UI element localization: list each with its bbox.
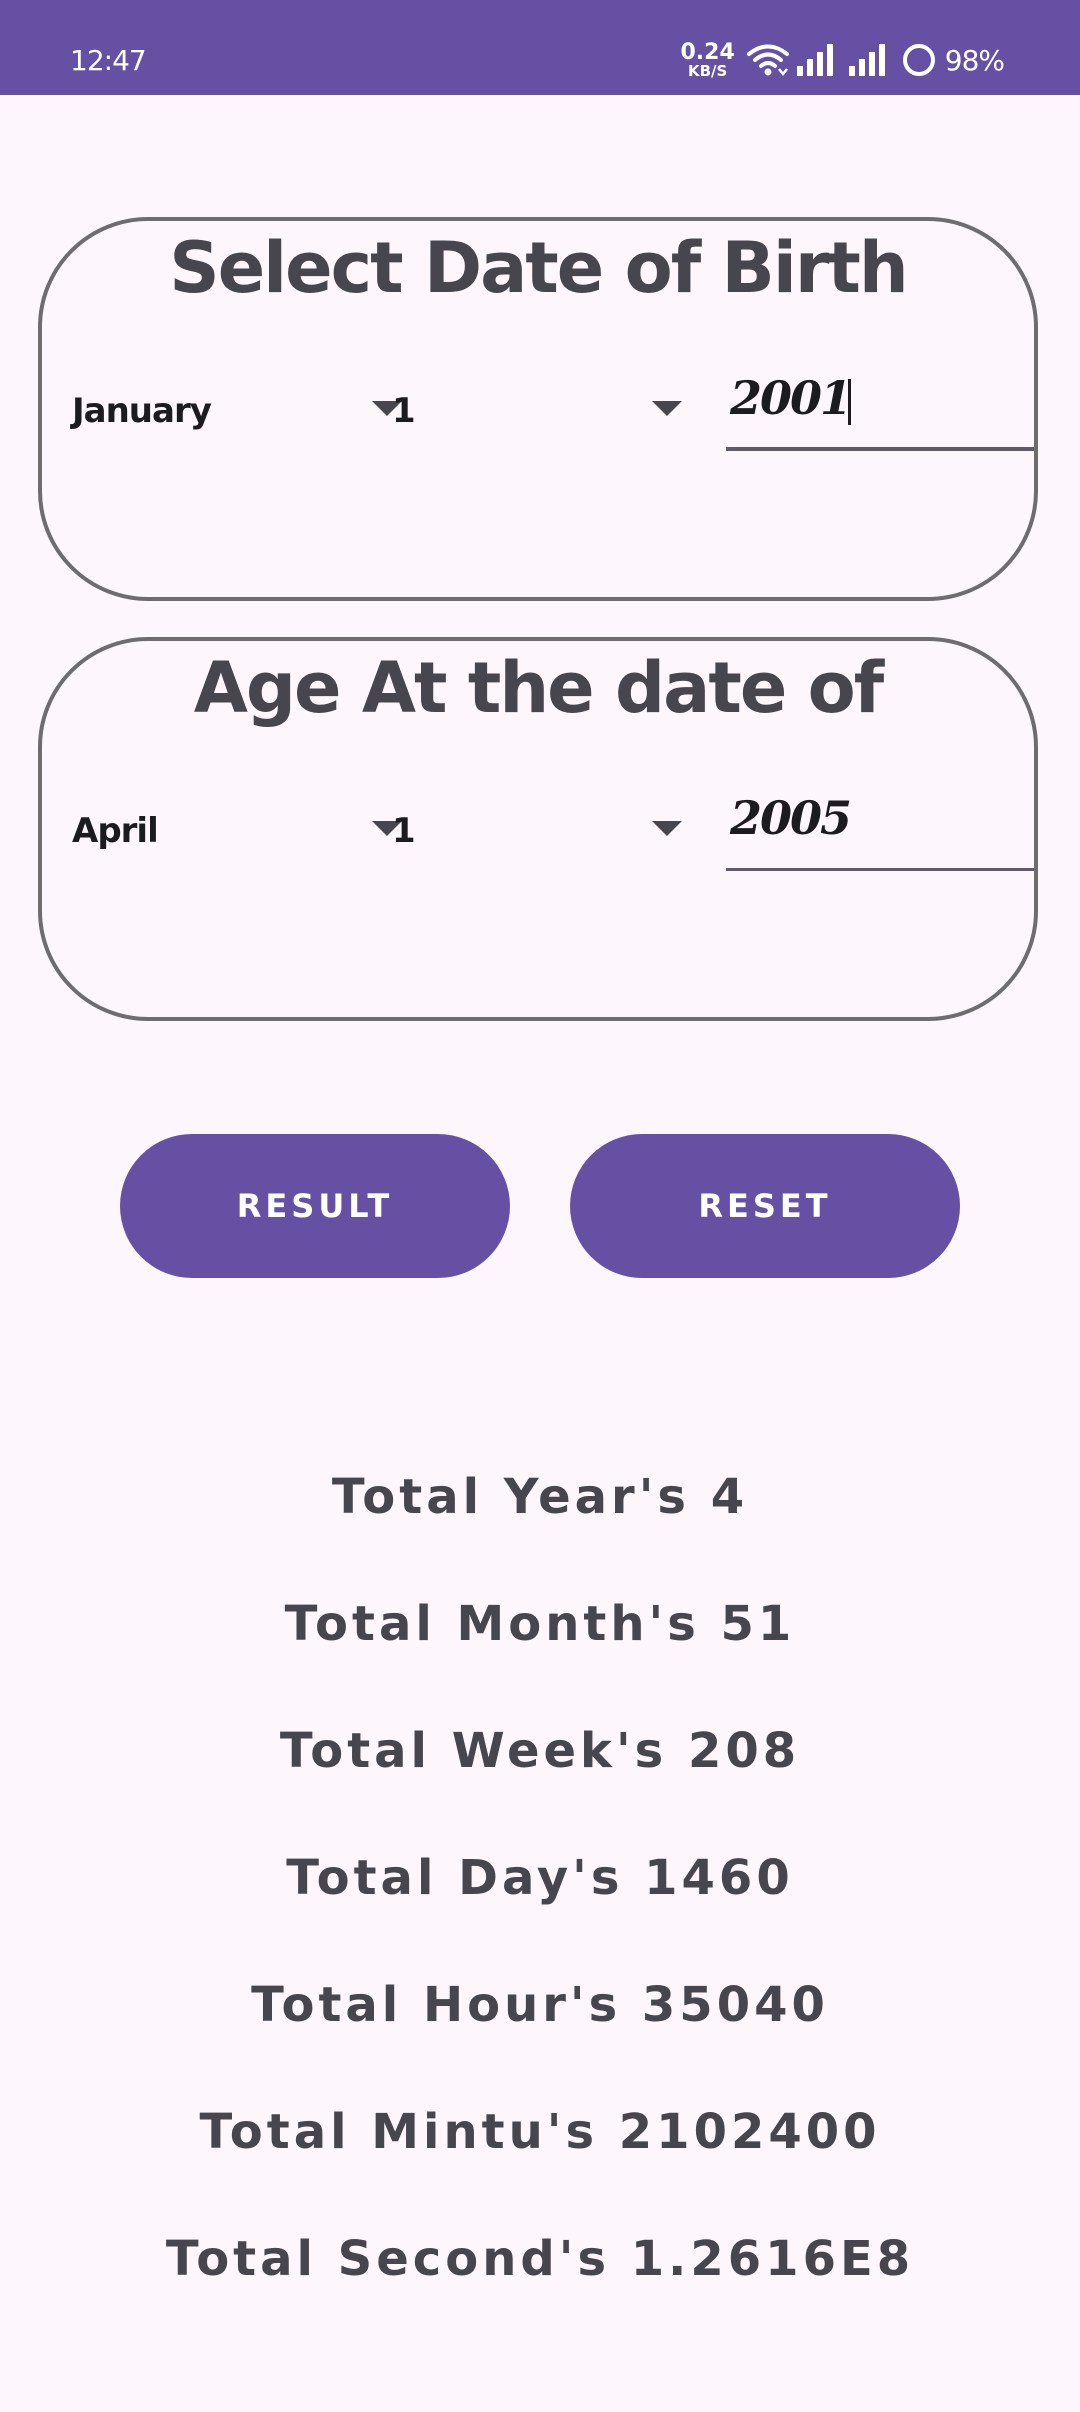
status-bar: 12:47 0.24 KB/S 98% [0, 0, 1080, 95]
network-speed-unit: KB/S [687, 61, 728, 80]
age-at-date-card: Age At the date of April 1 2005 [38, 637, 1038, 1021]
total-months-text: Total Month's 51 [284, 1596, 796, 1652]
age-month-value: April [72, 811, 159, 851]
dropdown-arrow-icon [652, 821, 682, 836]
status-icons: 0.24 KB/S 98% [680, 39, 1005, 80]
network-speed-value: 0.24 [680, 39, 735, 65]
status-time: 12:47 [70, 44, 147, 77]
dropdown-arrow-icon [652, 401, 682, 416]
date-of-birth-title: Select Date of Birth [169, 227, 908, 309]
date-of-birth-card: Select Date of Birth January 1 2001 [38, 217, 1038, 601]
dob-day-dropdown[interactable]: 1 [392, 371, 682, 451]
age-at-date-row: April 1 2005 [42, 791, 1034, 871]
dob-month-value: January [72, 391, 212, 431]
wifi-icon [746, 43, 789, 77]
text-cursor [848, 379, 852, 425]
dob-year-input[interactable]: 2001 [726, 361, 1034, 451]
age-year-input[interactable]: 2005 [726, 781, 1034, 871]
reset-button[interactable]: RESET [570, 1134, 960, 1278]
age-day-dropdown[interactable]: 1 [392, 791, 682, 871]
age-day-value: 1 [392, 811, 416, 851]
signal-icon [796, 44, 841, 76]
date-of-birth-row: January 1 2001 [42, 371, 1034, 451]
dob-day-value: 1 [392, 391, 416, 431]
battery-icon [901, 42, 937, 78]
total-minutes-text: Total Mintu's 2102400 [199, 2104, 881, 2160]
total-hours-text: Total Hour's 35040 [251, 1977, 829, 2033]
dob-month-dropdown[interactable]: January [72, 371, 402, 451]
total-seconds-text: Total Second's 1.2616E8 [165, 2231, 915, 2287]
age-at-date-title: Age At the date of [193, 647, 884, 729]
total-years-text: Total Year's 4 [331, 1469, 749, 1525]
network-speed: 0.24 KB/S [680, 39, 735, 80]
total-days-text: Total Day's 1460 [286, 1850, 794, 1906]
total-weeks-text: Total Week's 208 [279, 1723, 801, 1779]
battery-percent: 98% [944, 43, 1005, 77]
signal-icon-2 [848, 44, 893, 76]
result-button[interactable]: RESULT [120, 1134, 510, 1278]
dob-year-value: 2001 [730, 371, 852, 425]
age-year-value: 2005 [730, 791, 852, 845]
age-month-dropdown[interactable]: April [72, 791, 402, 871]
